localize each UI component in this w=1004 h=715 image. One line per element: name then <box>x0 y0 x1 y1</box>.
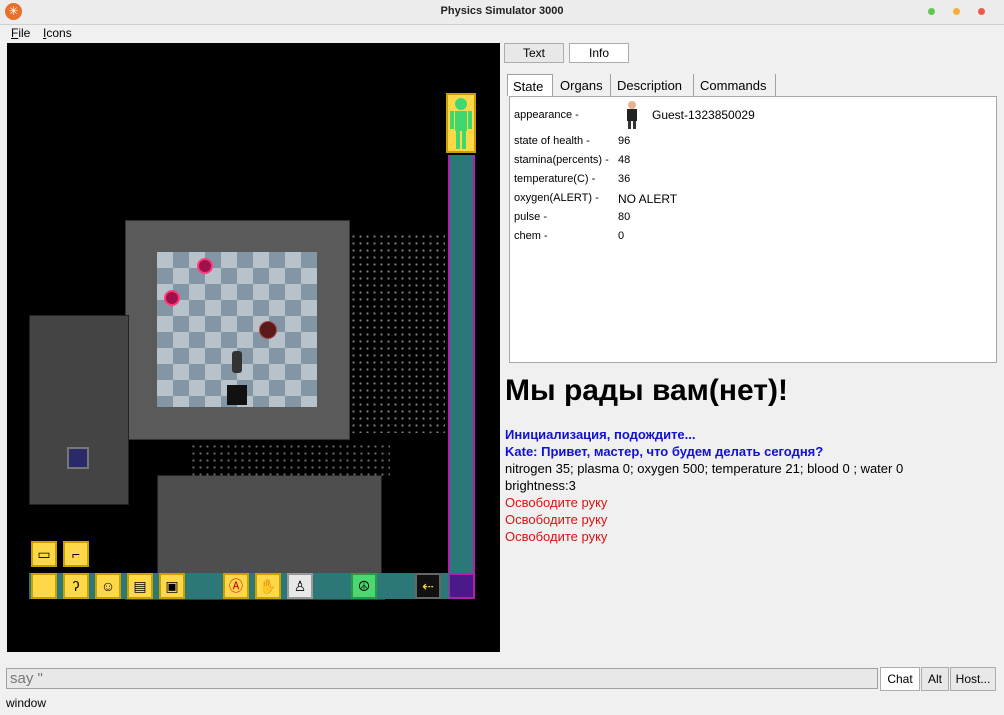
airlock-sign-icon[interactable] <box>197 258 213 274</box>
game-viewport[interactable]: ▭ ⌐ ʔ ☺ ▤ ▣ Ⓐ ✋ ♙ ☮ ⇠ <box>7 43 500 652</box>
window-title: Physics Simulator 3000 <box>440 5 564 17</box>
belt-slot-icon[interactable]: ▤ <box>127 573 153 599</box>
station-corridor <box>157 475 382 575</box>
player-character-icon[interactable] <box>232 351 242 373</box>
body-target-slot[interactable] <box>446 93 476 153</box>
grille-icon[interactable] <box>259 321 277 339</box>
floor-hatch-icon[interactable] <box>227 385 247 405</box>
appearance-label: appearance - <box>514 109 579 121</box>
pulse-value: 80 <box>618 211 631 223</box>
chat-button[interactable]: Chat <box>880 667 920 691</box>
chat-line: brightness:3 <box>505 478 576 493</box>
chat-line: Освободите руку <box>505 529 608 544</box>
space-dust <box>350 233 445 433</box>
mask-slot-icon[interactable]: ☺ <box>95 573 121 599</box>
chat-line: Освободите руку <box>505 512 608 527</box>
info-button[interactable]: Info <box>569 43 629 63</box>
menu-icons[interactable]: Icons <box>43 26 72 40</box>
computer-console-icon[interactable] <box>67 447 89 469</box>
health-value: 96 <box>618 135 631 147</box>
stamina-value: 48 <box>618 154 631 166</box>
chem-label: chem - <box>514 230 548 242</box>
uniform-slot-icon[interactable] <box>31 573 57 599</box>
chat-line: nitrogen 35; plasma 0; oxygen 500; tempe… <box>505 461 904 476</box>
shoes-slot-icon[interactable]: ⌐ <box>63 541 89 567</box>
avatar <box>625 100 639 130</box>
temperature-value: 36 <box>618 173 631 185</box>
tab-description[interactable]: Description <box>612 74 694 96</box>
tab-organs[interactable]: Organs <box>555 74 611 96</box>
gloves-slot-icon[interactable]: ▭ <box>31 541 57 567</box>
minimize-icon[interactable] <box>953 8 960 15</box>
chat-log: Мы рады вам(нет)! Инициализация, подожди… <box>505 370 1000 660</box>
checkered-floor <box>157 252 317 407</box>
oxygen-label: oxygen(ALERT) - <box>514 192 599 204</box>
text-button[interactable]: Text <box>504 43 564 63</box>
maximize-icon[interactable] <box>928 8 935 15</box>
title-bar: ✳ Physics Simulator 3000 <box>0 0 1004 25</box>
status-text: window <box>6 696 47 710</box>
temperature-label: temperature(C) - <box>514 173 596 185</box>
close-icon[interactable] <box>978 8 985 15</box>
right-hand-slot-icon[interactable]: ✋ <box>255 573 281 599</box>
alt-button[interactable]: Alt <box>921 667 949 691</box>
left-hand-slot-icon[interactable]: Ⓐ <box>223 573 249 599</box>
space-dust-lower <box>190 443 390 478</box>
station-wing-left <box>29 315 129 505</box>
stamina-label: stamina(percents) - <box>514 154 609 166</box>
hud-status-column <box>448 155 475 573</box>
chat-line: Инициализация, подождите... <box>505 427 696 442</box>
ear-slot-icon[interactable]: ʔ <box>63 573 89 599</box>
tab-commands[interactable]: Commands <box>695 74 776 96</box>
host-button[interactable]: Host... <box>950 667 996 691</box>
body-doll-icon <box>450 98 472 149</box>
hud-corner-slot[interactable] <box>448 573 475 599</box>
menu-bar: File Icons <box>0 25 1004 42</box>
intent-icon[interactable]: ♙ <box>287 573 313 599</box>
health-label: state of health - <box>514 135 590 147</box>
peace-intent-icon[interactable]: ☮ <box>351 573 377 599</box>
backpack-slot-icon[interactable]: ▣ <box>159 573 185 599</box>
state-panel: appearance - Guest-1323850029 state of h… <box>509 96 997 363</box>
tab-state[interactable]: State <box>507 74 553 96</box>
chem-value: 0 <box>618 230 625 242</box>
chat-line: Освободите руку <box>505 495 608 510</box>
chat-line: Kate: Привет, мастер, что будем делать с… <box>505 444 824 459</box>
airlock-sign-icon[interactable] <box>164 290 180 306</box>
pulse-label: pulse - <box>514 211 548 223</box>
oxygen-value: NO ALERT <box>618 192 678 206</box>
chat-headline: Мы рады вам(нет)! <box>505 374 788 407</box>
command-input[interactable]: say " <box>6 668 878 689</box>
move-mode-icon[interactable]: ⇠ <box>415 573 441 599</box>
appearance-value: Guest-1323850029 <box>652 108 755 122</box>
menu-file[interactable]: File <box>11 26 30 40</box>
